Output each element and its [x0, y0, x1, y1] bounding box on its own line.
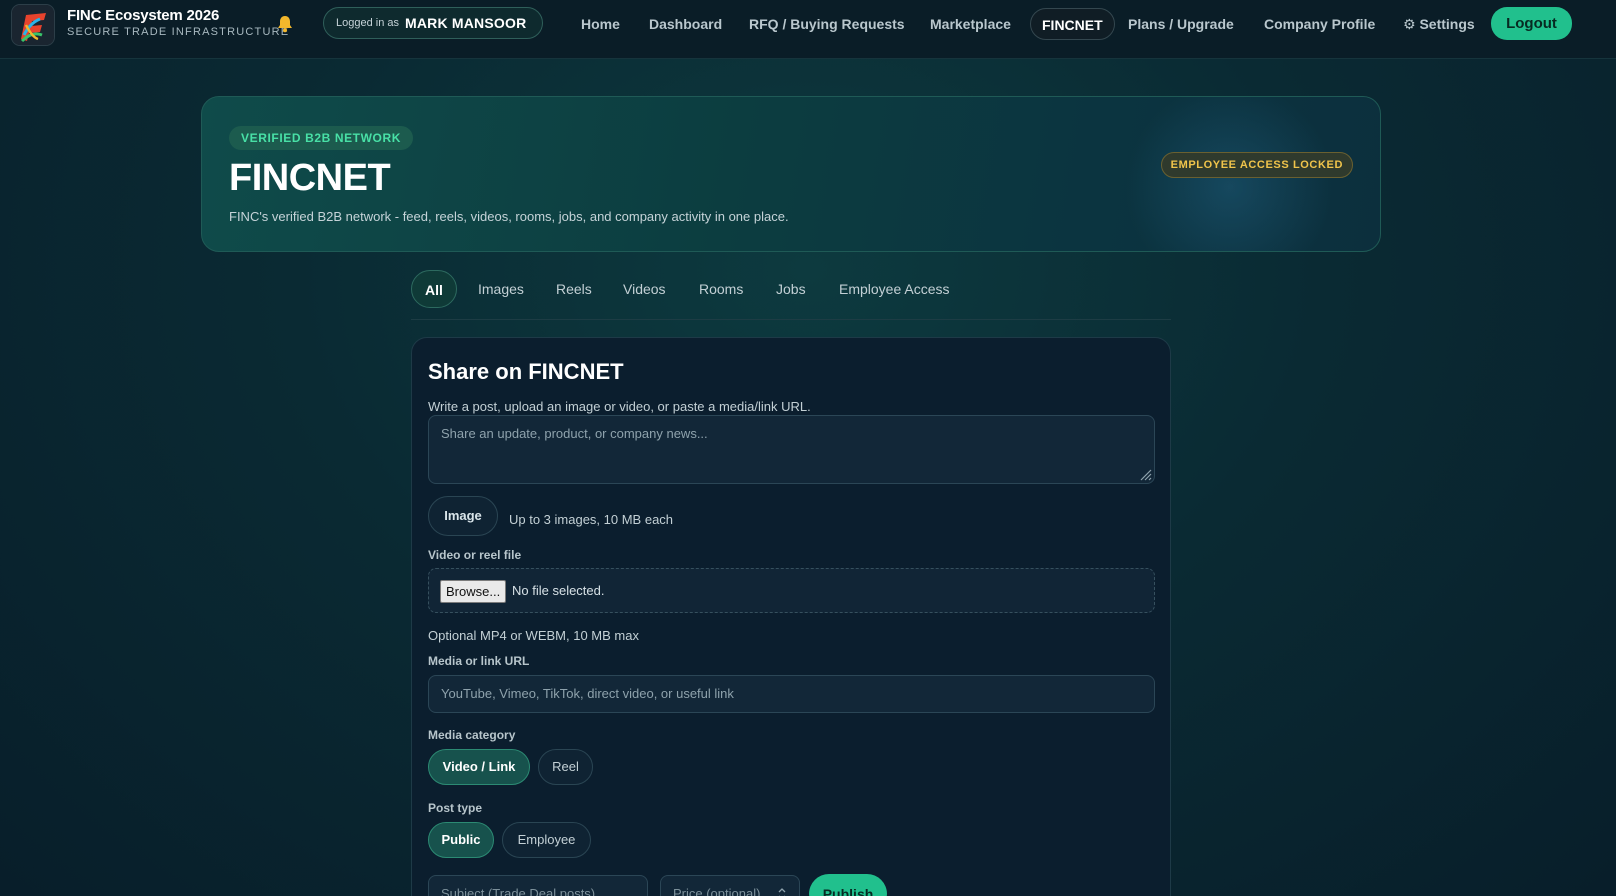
bell-icon[interactable] — [275, 14, 295, 34]
tab-rooms[interactable]: Rooms — [699, 270, 743, 308]
finc-logo-icon[interactable] — [11, 4, 55, 46]
nav-settings[interactable]: ⚙ Settings — [1403, 8, 1475, 40]
top-navbar: FINC Ecosystem 2026 SECURE TRADE INFRAST… — [0, 0, 1616, 59]
file-status: No file selected. — [512, 583, 605, 598]
app-subtitle: SECURE TRADE INFRASTRUCTURE — [67, 26, 290, 38]
price-placeholder: Price (optional) — [673, 886, 761, 896]
post-type-public[interactable]: Public — [428, 822, 494, 858]
tab-videos[interactable]: Videos — [623, 270, 666, 308]
logged-in-indicator: Logged in as MARK MANSOOR — [323, 7, 543, 39]
url-label: Media or link URL — [428, 654, 530, 668]
category-video-link[interactable]: Video / Link — [428, 749, 530, 785]
app-title: FINC Ecosystem 2026 — [67, 7, 220, 24]
hero-banner: VERIFIED B2B NETWORK FINCNET FINC's veri… — [201, 96, 1381, 252]
image-upload-button[interactable]: Image — [428, 496, 498, 536]
nav-rfq[interactable]: RFQ / Buying Requests — [749, 8, 905, 40]
logged-in-label: Logged in as — [336, 17, 399, 29]
page-description: FINC's verified B2B network - feed, reel… — [229, 209, 789, 224]
content-tabs: All Images Reels Videos Rooms Jobs Emplo… — [411, 270, 1171, 320]
tab-jobs[interactable]: Jobs — [776, 270, 806, 308]
employee-access-badge: EMPLOYEE ACCESS LOCKED — [1160, 152, 1353, 178]
post-textarea[interactable]: Share an update, product, or company new… — [428, 415, 1155, 484]
verified-badge: VERIFIED B2B NETWORK — [229, 126, 414, 150]
stepper-arrows-icon[interactable] — [777, 886, 787, 896]
price-input[interactable]: Price (optional) — [660, 875, 800, 896]
resize-grip-icon[interactable] — [1138, 467, 1152, 481]
page-title: FINCNET — [229, 157, 391, 199]
video-hint: Optional MP4 or WEBM, 10 MB max — [428, 628, 639, 643]
tab-images[interactable]: Images — [478, 270, 524, 308]
media-url-input[interactable]: YouTube, Vimeo, TikTok, direct video, or… — [428, 675, 1155, 713]
post-type-employee[interactable]: Employee — [502, 822, 591, 858]
tab-reels[interactable]: Reels — [556, 270, 592, 308]
share-title: Share on FINCNET — [428, 359, 624, 384]
browse-button[interactable]: Browse... — [440, 580, 507, 603]
video-label: Video or reel file — [428, 548, 522, 562]
video-file-input[interactable]: Browse... No file selected. — [428, 568, 1155, 613]
nav-company-profile[interactable]: Company Profile — [1264, 8, 1375, 40]
publish-button[interactable]: Publish — [809, 874, 887, 896]
nav-fincnet[interactable]: FINCNET — [1030, 8, 1115, 40]
tab-employee-access[interactable]: Employee Access — [839, 270, 950, 308]
nav-plans[interactable]: Plans / Upgrade — [1128, 8, 1234, 40]
nav-marketplace[interactable]: Marketplace — [930, 8, 1011, 40]
nav-dashboard[interactable]: Dashboard — [649, 8, 722, 40]
image-hint: Up to 3 images, 10 MB each — [509, 512, 674, 527]
post-placeholder: Share an update, product, or company new… — [441, 426, 708, 441]
user-name: MARK MANSOOR — [405, 15, 527, 31]
share-card: Share on FINCNET Write a post, upload an… — [411, 337, 1171, 896]
media-category-label: Media category — [428, 728, 516, 742]
nav-home[interactable]: Home — [581, 8, 620, 40]
subject-input[interactable]: Subject (Trade Deal posts) — [428, 875, 648, 896]
tab-all[interactable]: All — [411, 270, 457, 308]
category-reel[interactable]: Reel — [538, 749, 593, 785]
logout-button[interactable]: Logout — [1491, 7, 1572, 40]
post-type-label: Post type — [428, 801, 483, 815]
share-subtitle: Write a post, upload an image or video, … — [428, 399, 811, 414]
